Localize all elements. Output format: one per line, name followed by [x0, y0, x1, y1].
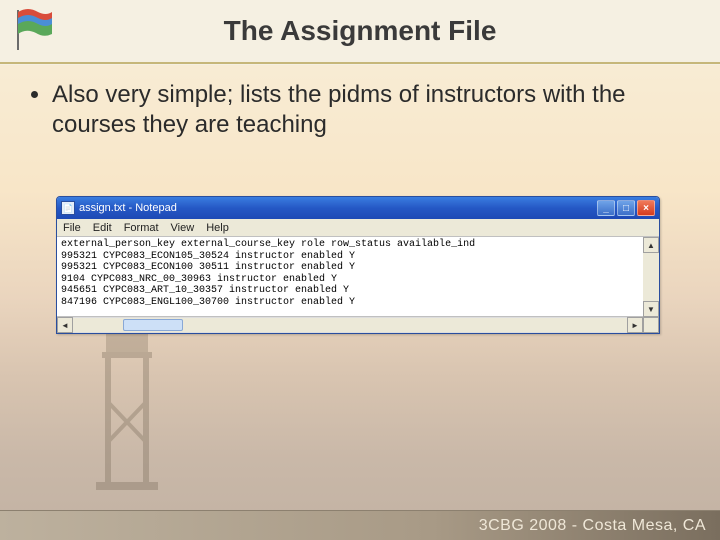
- vertical-scroll-track[interactable]: [643, 253, 659, 301]
- close-button[interactable]: ×: [637, 200, 655, 216]
- scroll-right-button[interactable]: ►: [627, 317, 643, 333]
- scroll-up-button[interactable]: ▲: [643, 237, 659, 253]
- menu-edit[interactable]: Edit: [93, 222, 112, 234]
- minimize-button[interactable]: _: [597, 200, 615, 216]
- logo-flag-icon: [8, 4, 56, 52]
- notepad-icon: 📄: [61, 201, 75, 215]
- menu-help[interactable]: Help: [206, 222, 229, 234]
- horizontal-scroll-track[interactable]: [73, 317, 627, 333]
- file-line: 995321 CYPC083_ECON105_30524 instructor …: [61, 251, 355, 262]
- notepad-titlebar[interactable]: 📄 assign.txt - Notepad _ □ ×: [57, 197, 659, 219]
- horizontal-scroll-thumb[interactable]: [123, 319, 183, 331]
- maximize-button[interactable]: □: [617, 200, 635, 216]
- file-line: 945651 CYPC083_ART_10_30357 instructor e…: [61, 285, 349, 296]
- file-line: 9104 CYPC083_NRC_00_30963 instructor ena…: [61, 274, 337, 285]
- file-line: external_person_key external_course_key …: [61, 239, 475, 250]
- notepad-title: assign.txt - Notepad: [79, 202, 177, 214]
- menu-file[interactable]: File: [63, 222, 81, 234]
- title-band: The Assignment File: [0, 0, 720, 64]
- scroll-down-button[interactable]: ▼: [643, 301, 659, 317]
- notepad-content[interactable]: external_person_key external_course_key …: [57, 237, 659, 317]
- notepad-window: 📄 assign.txt - Notepad _ □ × File Edit F…: [56, 196, 660, 334]
- vertical-scrollbar[interactable]: ▲ ▼: [643, 237, 659, 317]
- notepad-menubar: File Edit Format View Help: [57, 219, 659, 237]
- bullet-item: Also very simple; lists the pidms of ins…: [52, 80, 686, 140]
- window-controls: _ □ ×: [597, 200, 655, 216]
- horizontal-scrollbar[interactable]: ◄ ►: [57, 317, 659, 333]
- file-line: 847196 CYPC083_ENGL100_30700 instructor …: [61, 297, 355, 308]
- file-line: 995321 CYPC083_ECON100 30511 instructor …: [61, 262, 355, 273]
- scroll-corner: [643, 317, 659, 333]
- page-title: The Assignment File: [224, 15, 497, 47]
- scroll-left-button[interactable]: ◄: [57, 317, 73, 333]
- background-tower-icon: [88, 322, 166, 512]
- menu-view[interactable]: View: [171, 222, 195, 234]
- bullet-list: Also very simple; lists the pidms of ins…: [34, 80, 686, 140]
- footer-text: 3CBG 2008 - Costa Mesa, CA: [479, 517, 706, 535]
- slide: The Assignment File Also very simple; li…: [0, 0, 720, 540]
- menu-format[interactable]: Format: [124, 222, 159, 234]
- footer: 3CBG 2008 - Costa Mesa, CA: [0, 510, 720, 540]
